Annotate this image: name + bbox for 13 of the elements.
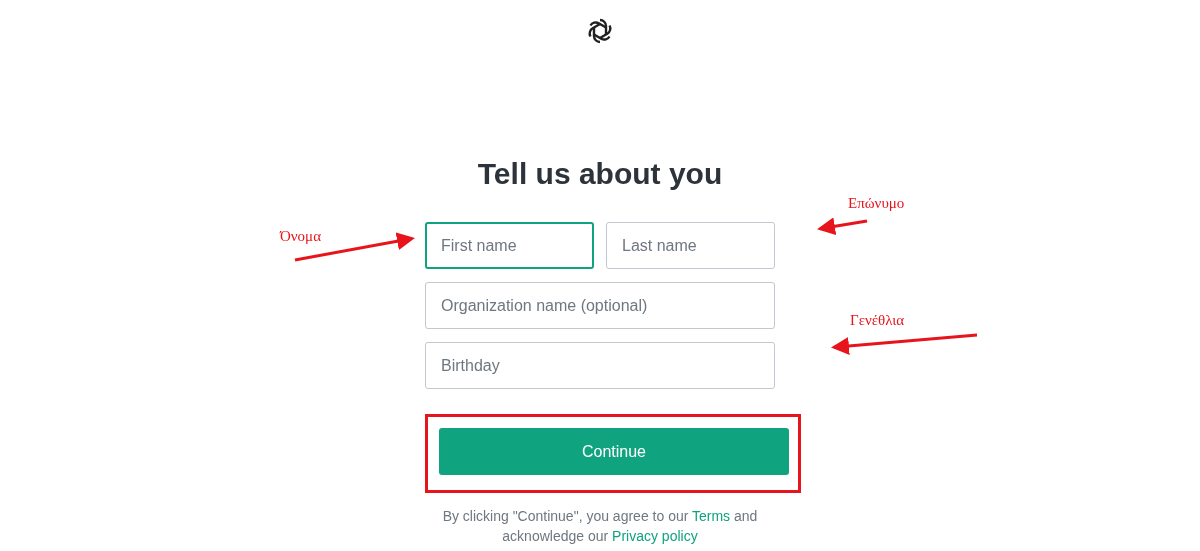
annotation-label: Επώνυμο <box>848 194 905 212</box>
arrow-annotation <box>817 217 868 236</box>
input-field[interactable]: First name <box>425 222 594 269</box>
page-title: Tell us about you <box>477 156 723 192</box>
text-link[interactable]: Privacy policy <box>612 528 698 544</box>
continue-button[interactable]: Continue <box>439 428 789 475</box>
terms-notice: By clicking "Continue", you agree to our Terms and acknowledge our Privacy policy <box>441 507 759 546</box>
annotation-label: Γενέθλια <box>850 311 905 329</box>
input-field[interactable]: Organization name (optional) <box>425 282 775 329</box>
input-field[interactable]: Birthday <box>425 342 775 389</box>
input-field[interactable]: Last name <box>606 222 775 269</box>
text-link[interactable]: Terms <box>692 508 731 524</box>
annotation-label: Όνομα <box>280 227 321 245</box>
